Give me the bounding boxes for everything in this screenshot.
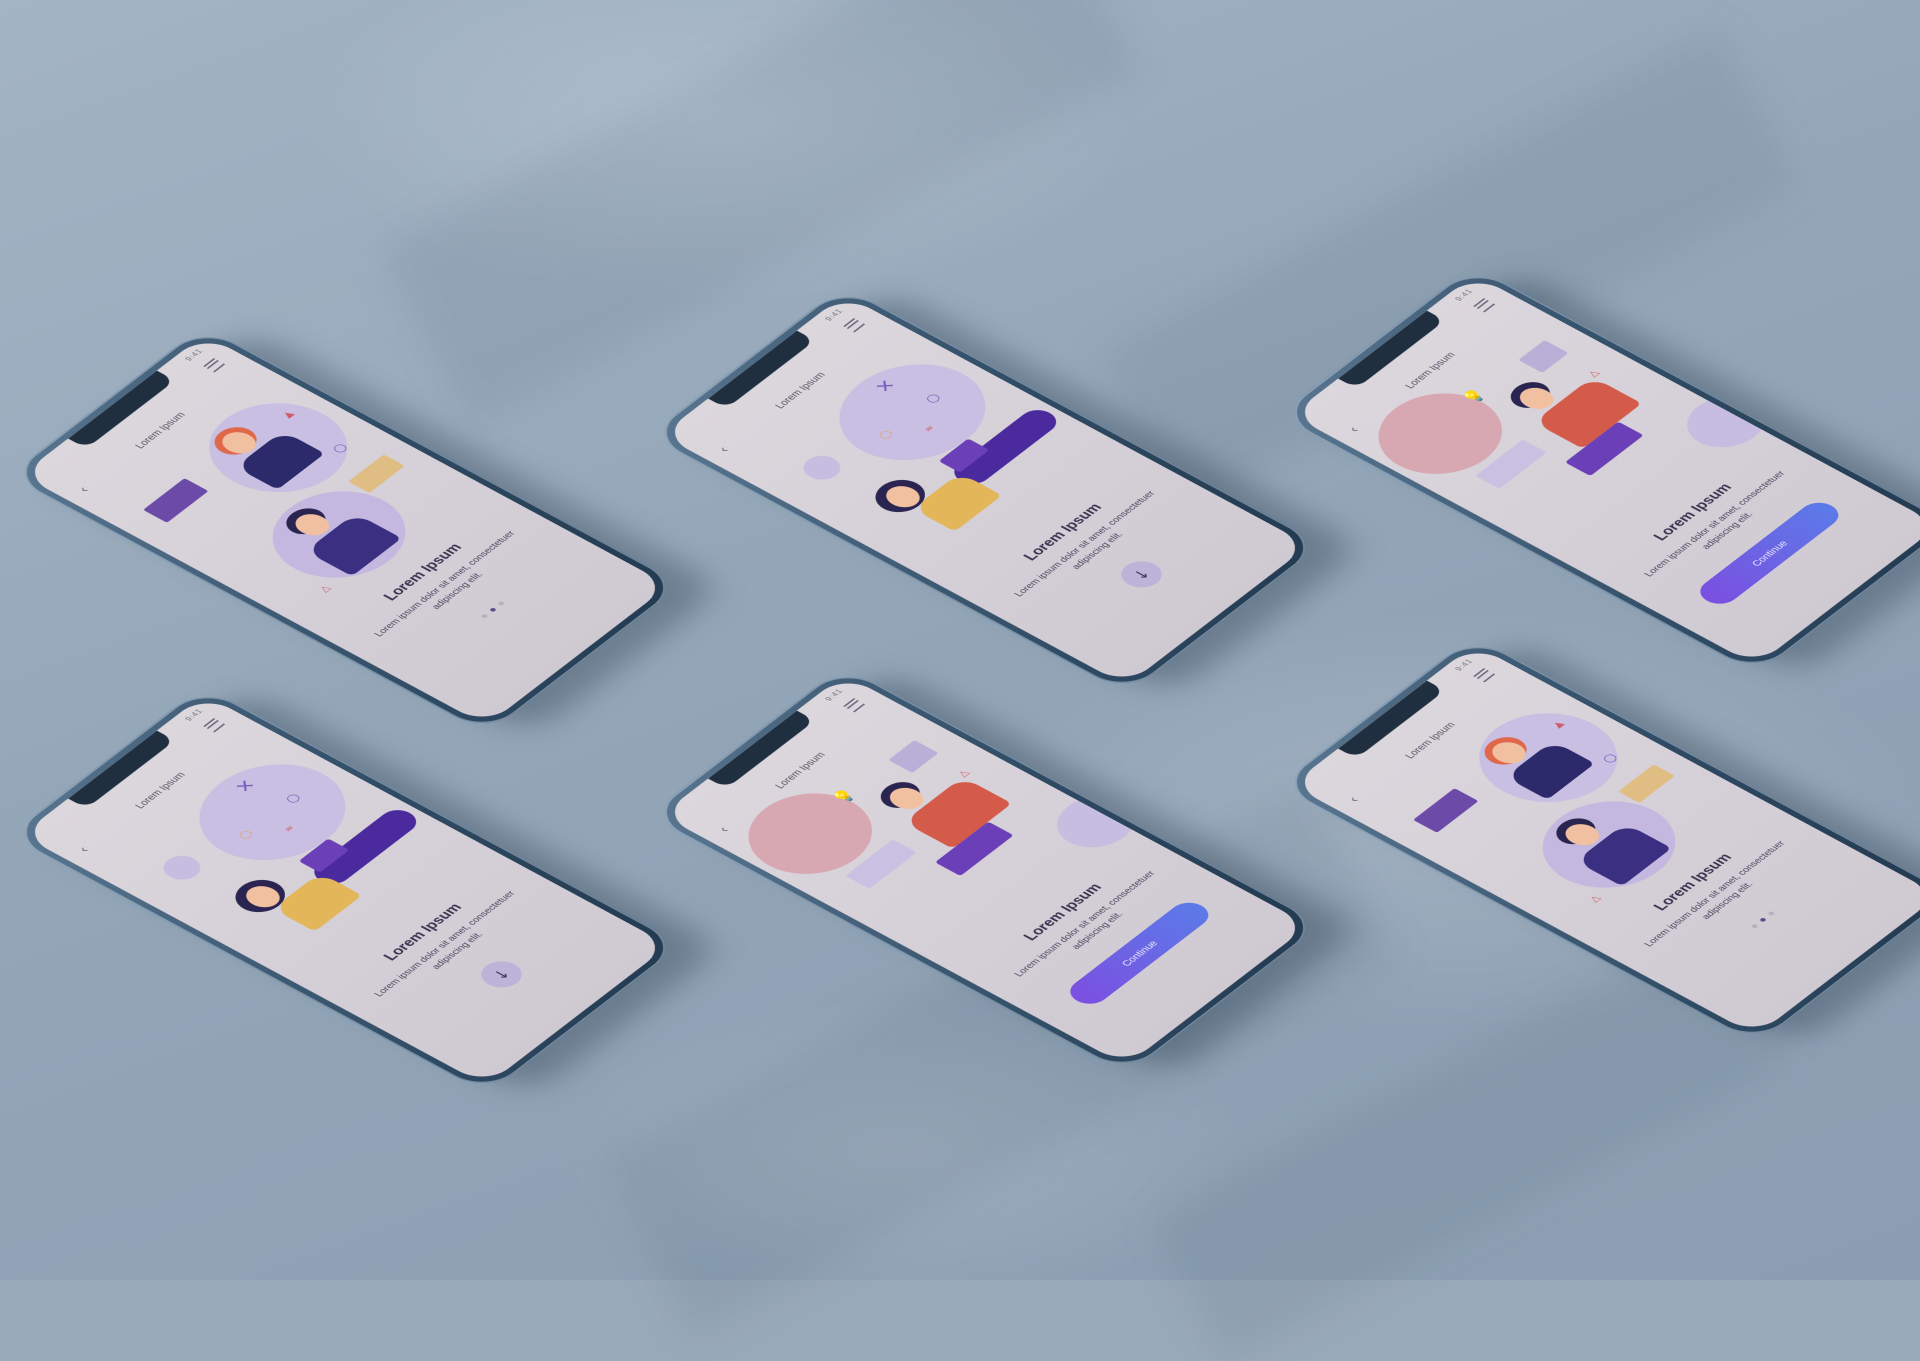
thumbs-up-card [1518,340,1569,373]
confetti-shape: △ [955,768,972,779]
hamburger-icon[interactable] [203,358,226,373]
confetti-shape: △ [317,583,334,594]
person-body [272,872,363,932]
pagination-dot[interactable] [1750,923,1759,929]
status-bar-time: 9:41 [183,347,206,363]
chat-bubble [348,454,405,493]
chat-bubble [1413,788,1479,833]
pagination-dot[interactable] [480,613,489,619]
pagination-dot[interactable] [497,600,506,606]
hamburger-icon[interactable] [1473,298,1496,313]
arrow-down-icon[interactable]: ↓ [1112,556,1170,593]
background [0,0,1920,1361]
hamburger-icon[interactable] [843,698,866,713]
status-bar-time: 9:41 [1453,657,1476,673]
hamburger-icon[interactable] [1473,668,1496,683]
illustration-blob [796,451,848,485]
hamburger-icon[interactable] [843,318,866,333]
status-bar-time: 9:41 [1453,287,1476,303]
status-bar-time: 9:41 [183,707,206,723]
chat-bubble [1618,764,1675,803]
illustration-blob [156,851,208,885]
arrow-down-icon[interactable]: ↓ [472,956,530,993]
pagination-dot[interactable] [489,607,497,613]
person-body [912,472,1003,532]
thumbs-up-card [888,740,939,773]
pagination-dot[interactable] [1767,910,1776,916]
confetti-shape: △ [1587,893,1604,904]
hamburger-icon[interactable] [203,718,226,733]
pagination-dot[interactable] [1759,917,1767,923]
status-bar-time: 9:41 [823,687,846,703]
confetti-shape: △ [1585,368,1602,379]
status-bar-time: 9:41 [823,307,846,323]
chat-bubble [143,478,209,523]
